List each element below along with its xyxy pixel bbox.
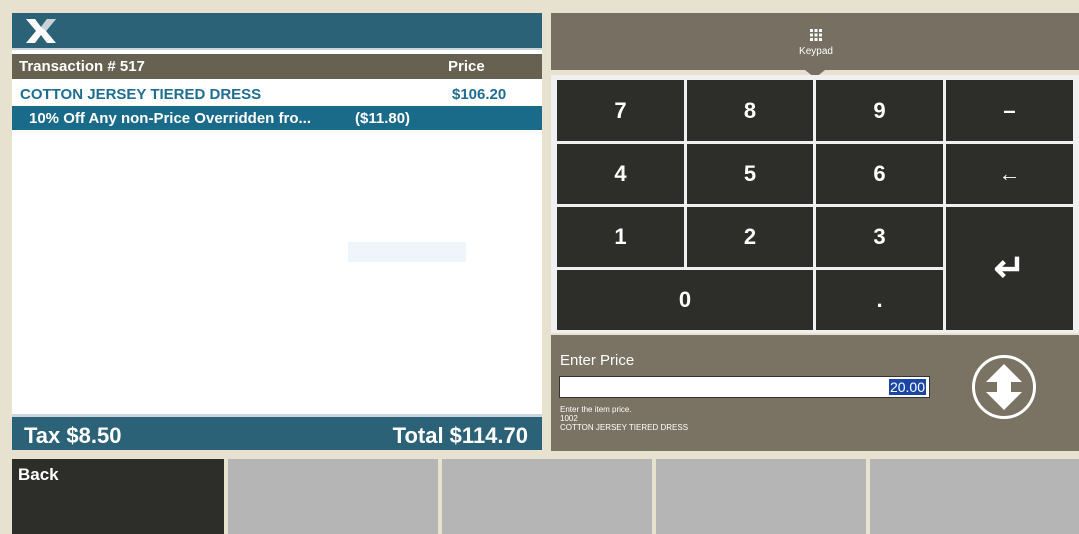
- up-down-arrows-glyph: [986, 364, 1022, 410]
- key-7[interactable]: 7: [557, 80, 684, 141]
- key-0[interactable]: 0: [557, 270, 813, 330]
- function-bar: Back: [12, 459, 1079, 534]
- back-button-label: Back: [18, 465, 59, 484]
- line-item-price: ($11.80): [355, 110, 411, 127]
- transaction-panel: Transaction # 517 Price COTTON JERSEY TI…: [12, 13, 542, 450]
- key-5[interactable]: 5: [687, 144, 813, 204]
- price-value-text: 20.00: [888, 379, 926, 395]
- price-entry-panel: Enter Price 20.00 Enter the item price. …: [551, 335, 1079, 451]
- key-1[interactable]: 1: [557, 207, 684, 267]
- key-6[interactable]: 6: [816, 144, 943, 204]
- tab-keypad[interactable]: Keypad: [791, 29, 841, 57]
- tab-keypad-label: Keypad: [799, 46, 833, 57]
- line-item[interactable]: COTTON JERSEY TIERED DRESS $106.20: [12, 83, 542, 107]
- hint-instruction: Enter the item price.: [560, 405, 632, 414]
- enter-key[interactable]: ↵: [946, 207, 1073, 330]
- line-item-description: 10% Off Any non-Price Overridden fro...: [29, 110, 311, 127]
- tax-amount: Tax $8.50: [24, 423, 122, 448]
- function-button-4[interactable]: [870, 459, 1079, 534]
- decimal-key[interactable]: .: [816, 270, 943, 330]
- hint-item-name: COTTON JERSEY TIERED DRESS: [560, 423, 689, 432]
- price-column-header: Price: [448, 58, 485, 75]
- function-button-3[interactable]: [656, 459, 866, 534]
- brand-logo: [26, 19, 56, 43]
- backspace-arrow-icon[interactable]: ←: [946, 144, 1073, 204]
- key-4[interactable]: 4: [557, 144, 684, 204]
- keypad-grid-icon: [810, 29, 822, 41]
- numeric-keypad: 7 8 9 – 4 5 6 ← 1 2 3 ↵ 0 .: [551, 75, 1079, 333]
- minus-key[interactable]: –: [946, 80, 1073, 141]
- keypad-tab-bar: Keypad: [551, 13, 1079, 78]
- key-8[interactable]: 8: [687, 80, 813, 141]
- discount-line-item-selected[interactable]: 10% Off Any non-Price Overridden fro... …: [12, 106, 542, 130]
- up-down-arrows-icon[interactable]: [972, 355, 1036, 419]
- transaction-header: Transaction # 517 Price: [12, 54, 542, 79]
- enter-price-label: Enter Price: [560, 352, 635, 369]
- key-2[interactable]: 2: [687, 207, 813, 267]
- price-input-selected-text: 20.00: [559, 376, 930, 398]
- key-3[interactable]: 3: [816, 207, 943, 267]
- key-9[interactable]: 9: [816, 80, 943, 141]
- line-item-description: COTTON JERSEY TIERED DRESS: [20, 86, 262, 103]
- hint-item-code: 1002: [560, 414, 578, 423]
- logo-bar: [12, 13, 542, 50]
- line-item-price: $106.20: [452, 86, 507, 103]
- function-button-1[interactable]: [228, 459, 438, 534]
- total-amount: Total $114.70: [392, 423, 528, 448]
- back-button[interactable]: Back: [12, 459, 224, 534]
- price-hint: Enter the item price. 1002 COTTON JERSEY…: [560, 405, 688, 432]
- faint-highlight: [348, 242, 466, 262]
- transaction-number: Transaction # 517: [19, 58, 145, 75]
- totals-bar: Tax $8.50 Total $114.70: [12, 414, 542, 450]
- function-button-2[interactable]: [442, 459, 652, 534]
